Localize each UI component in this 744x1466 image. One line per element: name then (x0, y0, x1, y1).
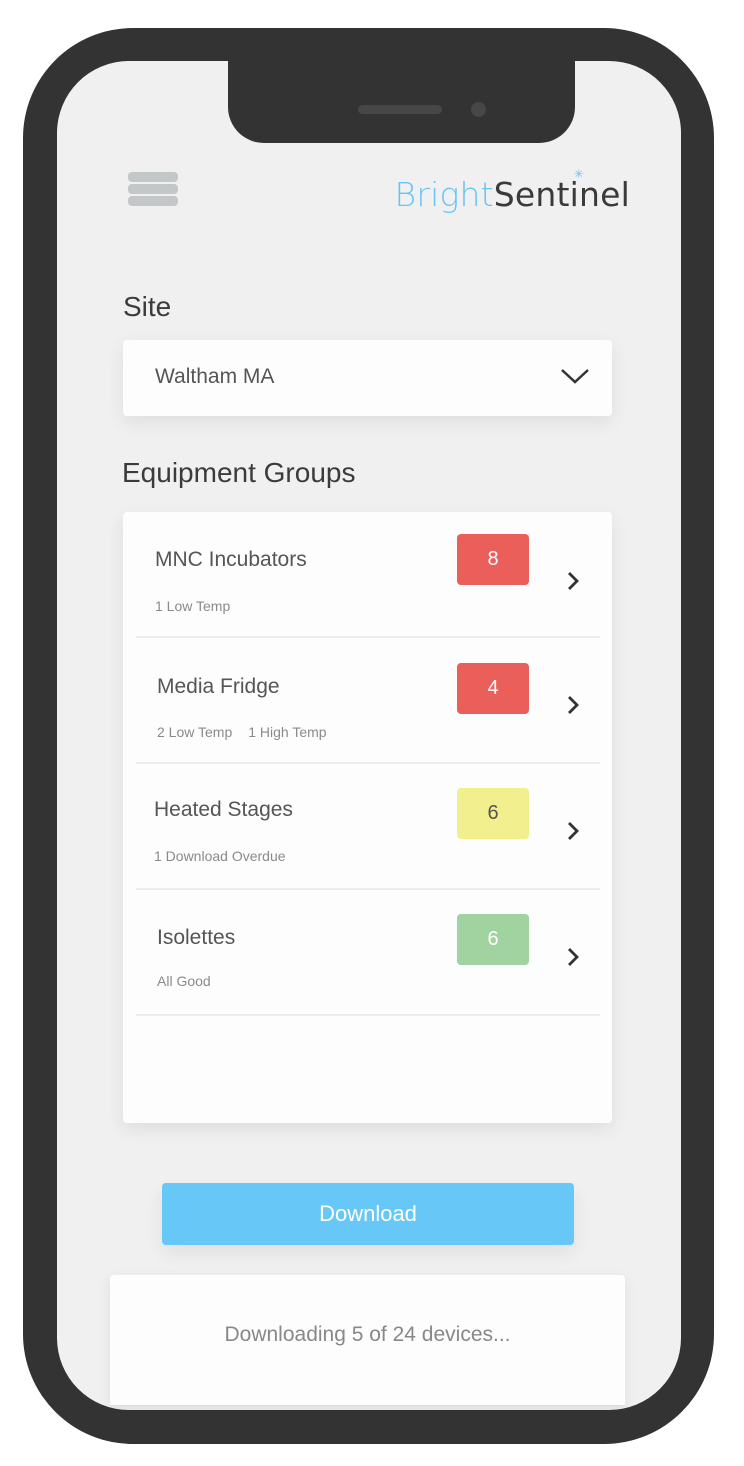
hamburger-menu-icon[interactable] (128, 172, 178, 206)
group-detail: 1 High Temp (248, 724, 327, 740)
group-name: Isolettes (157, 926, 236, 949)
site-select-value: Waltham MA (155, 365, 275, 388)
equipment-group-row[interactable]: MNC Incubators 1 Low Temp 8 (136, 512, 600, 638)
camera-icon (471, 102, 486, 117)
phone-frame: BrightSentinel ✳ Site Waltham MA Equipmen… (23, 28, 714, 1444)
speaker-icon (358, 105, 442, 114)
group-detail: 2 Low Temp (157, 724, 233, 740)
menu-bar (128, 184, 178, 194)
group-details: 1 Download Overdue (154, 848, 302, 864)
download-status-text: Downloading 5 of 24 devices... (224, 1323, 511, 1346)
chevron-down-icon (561, 369, 589, 384)
group-details: 2 Low Temp 1 High Temp (157, 724, 343, 740)
equipment-group-row[interactable]: Media Fridge 2 Low Temp 1 High Temp 4 (136, 638, 600, 764)
equipment-groups-heading: Equipment Groups (122, 457, 356, 488)
group-name: MNC Incubators (155, 548, 307, 571)
notch (228, 61, 575, 143)
chevron-right-icon (568, 572, 579, 590)
site-label: Site (123, 291, 172, 322)
download-button[interactable]: Download (162, 1183, 574, 1245)
equipment-group-row[interactable]: Heated Stages 1 Download Overdue 6 (136, 764, 600, 890)
menu-bar (128, 172, 178, 182)
count-badge: 6 (457, 914, 529, 965)
brand-part1: Bright (394, 175, 494, 214)
group-detail: 1 Download Overdue (154, 848, 286, 864)
chevron-right-icon (568, 696, 579, 714)
equipment-groups-list: MNC Incubators 1 Low Temp 8 Media Fridge… (123, 512, 612, 1123)
brand-part2: Sentinel ✳ (493, 167, 630, 214)
group-details: 1 Low Temp (155, 598, 246, 614)
brand-logo: BrightSentinel ✳ (394, 167, 630, 214)
chevron-right-icon (568, 822, 579, 840)
chevron-right-icon (568, 948, 579, 966)
equipment-group-row[interactable]: Isolettes All Good 6 (136, 890, 600, 1016)
download-status-panel: Downloading 5 of 24 devices... (110, 1275, 625, 1406)
count-badge: 8 (457, 534, 529, 585)
count-badge: 6 (457, 788, 529, 839)
screen: BrightSentinel ✳ Site Waltham MA Equipmen… (57, 61, 681, 1410)
sparkle-icon: ✳ (573, 167, 584, 181)
menu-bar (128, 196, 178, 206)
group-name: Heated Stages (154, 798, 293, 821)
count-badge: 4 (457, 663, 529, 714)
brand-part2-text: Sentinel (493, 175, 630, 214)
group-details: All Good (157, 973, 227, 989)
group-name: Media Fridge (157, 675, 280, 698)
site-select[interactable]: Waltham MA (123, 340, 612, 416)
group-detail: 1 Low Temp (155, 598, 231, 614)
group-detail: All Good (157, 973, 211, 989)
